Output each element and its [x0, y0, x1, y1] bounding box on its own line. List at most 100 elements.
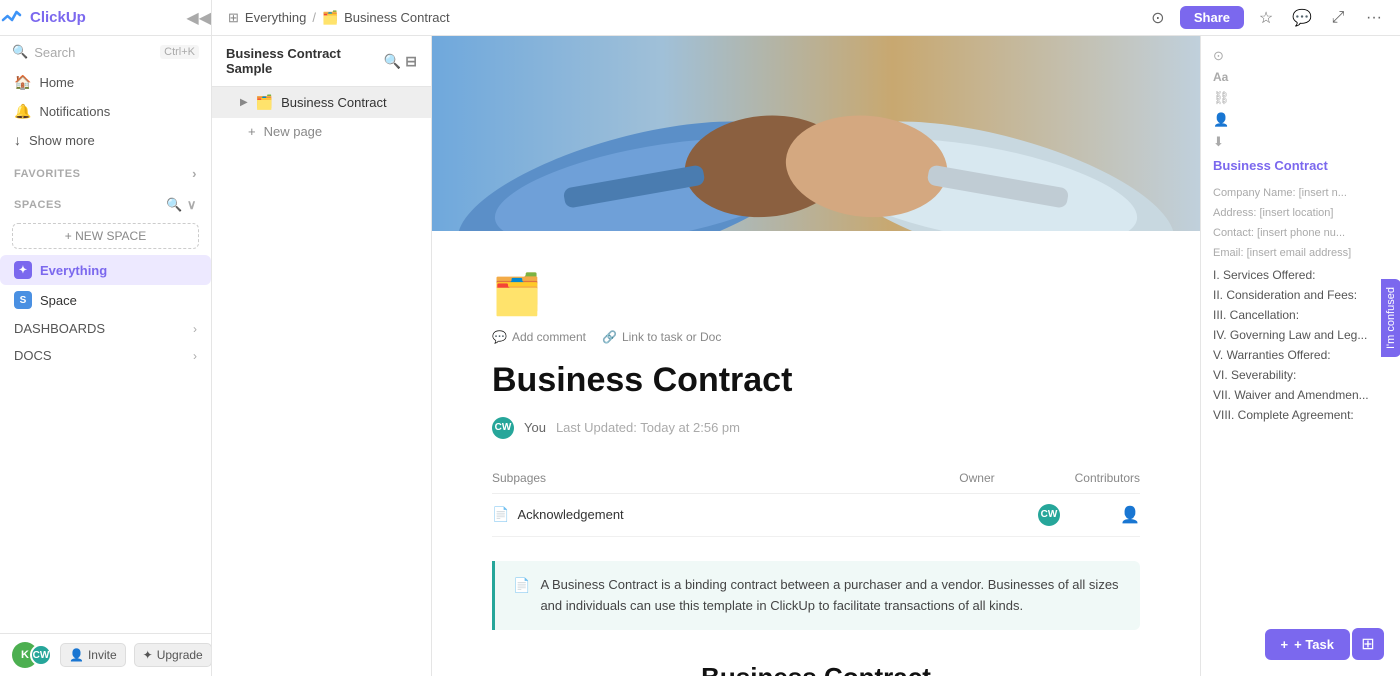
subpage-contributor: 👤 [1060, 505, 1140, 525]
favorites-section-label: FAVORITES › [0, 154, 211, 185]
business-contract-doc-icon: 🗂️ [256, 94, 273, 111]
toc-item-2[interactable]: III. Cancellation: [1213, 305, 1388, 325]
subpages-cols: Owner Contributors [959, 471, 1140, 485]
doc-last-updated: Last Updated: Today at 2:56 pm [556, 420, 740, 435]
space-space-icon: S [14, 291, 32, 309]
star-icon[interactable]: ☆ [1252, 4, 1280, 32]
doc-author-name: You [524, 420, 546, 435]
subpage-owner: CW [980, 504, 1060, 526]
toc-address: Address: [insert location] [1213, 205, 1388, 221]
subpages-contributors-col: Contributors [1075, 471, 1140, 485]
breadcrumb-grid-icon: ⊞ [228, 10, 239, 26]
toc-item-3[interactable]: IV. Governing Law and Leg... [1213, 325, 1388, 345]
subpage-owner-avatar: CW [1038, 504, 1060, 526]
adjust-icon[interactable]: ⊙ [1213, 48, 1224, 64]
chat-icon[interactable]: 💬 [1288, 4, 1316, 32]
sidebar-item-docs[interactable]: DOCS › [0, 342, 211, 369]
doc-sidebar-header: Business Contract Sample 🔍 ⊟ [212, 36, 431, 87]
link-chain-icon[interactable]: ⛓ [1213, 90, 1230, 106]
doc-tree-sidebar: Business Contract Sample 🔍 ⊟ ▶ 🗂️ Busine… [212, 36, 432, 676]
spaces-icons: 🔍 ∨ [166, 197, 197, 213]
link-task-label: Link to task or Doc [622, 330, 721, 344]
toc-item-5[interactable]: VI. Severability: [1213, 365, 1388, 385]
dashboards-expand-icon: › [193, 322, 197, 336]
upgrade-icon: ✦ [143, 648, 153, 662]
expand-icon[interactable]: ⤢ [1324, 4, 1352, 32]
clickup-logo[interactable]: ClickUp [0, 6, 86, 30]
search-bar[interactable]: 🔍 Search Ctrl+K [0, 36, 211, 68]
invite-button[interactable]: 👤 Invite [60, 643, 126, 667]
spaces-chevron-icon[interactable]: ∨ [187, 197, 197, 213]
doc-section-title: Business Contract [492, 662, 1140, 676]
person-icon[interactable]: 👤 [1213, 112, 1229, 128]
add-comment-label: Add comment [512, 330, 586, 344]
sidebar-item-home[interactable]: 🏠 Home [0, 68, 211, 97]
grid-view-button[interactable]: ⊞ [1352, 628, 1384, 660]
doc-title: Business Contract [492, 360, 1140, 401]
comment-icon: 💬 [492, 330, 507, 344]
user-avatars: K CW [12, 642, 52, 668]
sidebar-item-show-more[interactable]: ↓ Show more [0, 126, 211, 154]
spaces-section-label: SPACES 🔍 ∨ [0, 185, 211, 217]
breadcrumb-everything[interactable]: Everything [245, 10, 306, 25]
doc-sidebar-layout-icon[interactable]: ⊟ [405, 53, 417, 70]
subpage-name: 📄 Acknowledgement [492, 506, 980, 523]
sidebar-item-space[interactable]: S Space [0, 285, 211, 315]
grid-icon: ⊞ [1361, 634, 1374, 654]
new-page-item[interactable]: + New page [212, 118, 431, 145]
toc-item-6[interactable]: VII. Waiver and Amendmen... [1213, 385, 1388, 405]
top-bar: ClickUp ◀◀ ⊞ Everything / 🗂️ Business Co… [0, 0, 1400, 36]
toc-item-7[interactable]: VIII. Complete Agreement: [1213, 405, 1388, 425]
search-placeholder: Search [34, 45, 75, 60]
link-task-button[interactable]: 🔗 Link to task or Doc [602, 330, 721, 344]
docs-expand-icon: › [193, 349, 197, 363]
toc-title: Business Contract [1213, 158, 1388, 173]
doc-sidebar-search-icon[interactable]: 🔍 [384, 53, 401, 70]
upgrade-button[interactable]: ✦ Upgrade [134, 643, 212, 667]
doc-author-avatar: CW [492, 417, 514, 439]
confused-tab[interactable]: I'm confused [1381, 279, 1400, 357]
collapse-sidebar-icon[interactable]: ◀◀ [186, 8, 211, 28]
toc-item-0[interactable]: I. Services Offered: [1213, 265, 1388, 285]
toc-contact: Contact: [insert phone nu... [1213, 225, 1388, 241]
tree-expand-icon: ▶ [240, 97, 248, 108]
toc-item-1[interactable]: II. Consideration and Fees: [1213, 285, 1388, 305]
subpage-row[interactable]: 📄 Acknowledgement CW 👤 [492, 494, 1140, 537]
more-icon[interactable]: ··· [1360, 4, 1388, 32]
add-comment-button[interactable]: 💬 Add comment [492, 330, 586, 344]
favorites-expand-icon[interactable]: › [192, 166, 197, 181]
share-button[interactable]: Share [1180, 6, 1244, 29]
spaces-search-icon[interactable]: 🔍 [166, 197, 183, 213]
subpages-label: Subpages [492, 471, 546, 485]
download-icon[interactable]: ⬇ [1213, 134, 1224, 150]
sidebar-item-notifications[interactable]: 🔔 Notifications [0, 97, 211, 126]
toc-company-name: Company Name: [insert n... [1213, 185, 1388, 201]
notifications-icon: 🔔 [14, 103, 31, 120]
subpages-section: Subpages Owner Contributors 📄 Acknowledg… [492, 463, 1140, 537]
sidebar-item-dashboards[interactable]: DASHBOARDS › [0, 315, 211, 342]
doc-intro-box: 📄 A Business Contract is a binding contr… [492, 561, 1140, 631]
doc-intro-text: A Business Contract is a binding contrac… [540, 575, 1122, 617]
home-label: Home [39, 75, 74, 90]
home-icon: 🏠 [14, 74, 31, 91]
doc-tree-item-business-contract[interactable]: ▶ 🗂️ Business Contract [212, 87, 431, 118]
user-avatar-cw: CW [30, 644, 52, 666]
sidebar-item-everything[interactable]: ✦ Everything [0, 255, 211, 285]
subpage-label: Acknowledgement [517, 507, 623, 522]
toc-item-4[interactable]: V. Warranties Offered: [1213, 345, 1388, 365]
toc-email: Email: [insert email address] [1213, 245, 1388, 261]
new-space-button[interactable]: + NEW SPACE [12, 223, 199, 249]
breadcrumb-doc[interactable]: Business Contract [344, 10, 450, 25]
task-button[interactable]: + + Task [1265, 629, 1350, 660]
doc-actions-row: 💬 Add comment 🔗 Link to task or Doc [492, 330, 1140, 344]
settings-icon[interactable]: ⊙ [1144, 4, 1172, 32]
search-icon: 🔍 [12, 44, 28, 60]
sidebar-logo-area: ClickUp ◀◀ [0, 0, 212, 35]
breadcrumb-doc-icon: 🗂️ [322, 10, 338, 26]
text-size-icon[interactable]: Aa [1213, 70, 1228, 84]
new-page-label: New page [264, 124, 323, 139]
invite-icon: 👤 [69, 648, 84, 662]
doc-meta: CW You Last Updated: Today at 2:56 pm [492, 417, 1140, 439]
right-toc-panel: I'm confused ⊙ Aa ⛓ 👤 ⬇ Business Contrac… [1200, 36, 1400, 676]
sidebar-bottom: K CW 👤 Invite ✦ Upgrade ? [0, 633, 211, 676]
